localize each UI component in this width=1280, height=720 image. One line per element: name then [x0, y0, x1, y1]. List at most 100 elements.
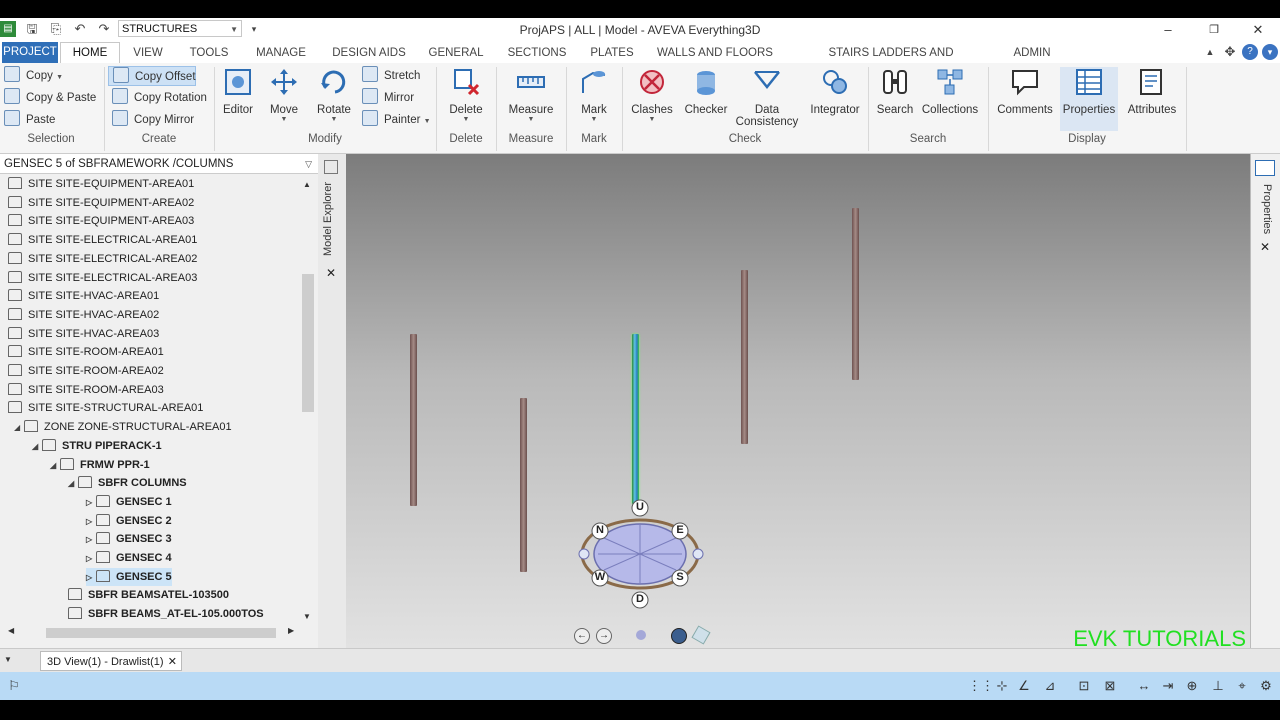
tree-item[interactable]: SITE SITE-ROOM-AREA02	[8, 362, 164, 380]
tree-item[interactable]: SITE SITE-ELECTRICAL-AREA02	[8, 250, 197, 268]
tree-item[interactable]: SBFR BEAMSATEL-103500	[68, 586, 229, 604]
scroll-down-icon[interactable]: ▼	[303, 612, 311, 621]
tab-stairs-ladders-handrails[interactable]: STAIRS LADDERS AND HANDRAILS	[796, 44, 986, 78]
tree-item[interactable]: ▷ GENSEC 1	[86, 493, 172, 511]
tab-home[interactable]: HOME	[60, 42, 120, 64]
document-tab-3d-view[interactable]: 3D View(1) - Drawlist(1) ✕	[40, 651, 182, 671]
tree-item[interactable]: ▷ GENSEC 5	[86, 567, 172, 587]
tree-item[interactable]: SITE SITE-ROOM-AREA01	[8, 343, 164, 361]
tree-item[interactable]: SITE SITE-EQUIPMENT-AREA01	[8, 175, 194, 193]
grid-icon[interactable]: ⋮⋮	[968, 678, 994, 694]
collections-button[interactable]: Collections	[920, 67, 980, 131]
expand-toggle-icon[interactable]: ▷	[86, 550, 96, 568]
globe-icon[interactable]	[671, 628, 687, 644]
tree-item[interactable]: SITE SITE-ROOM-AREA03	[8, 381, 164, 399]
scroll-up-icon[interactable]: ▲	[303, 180, 311, 189]
tree-item[interactable]: SITE SITE-HVAC-AREA03	[8, 325, 159, 343]
copy-offset-button[interactable]: Copy Offset	[108, 66, 196, 86]
tree-item[interactable]: SITE SITE-ELECTRICAL-AREA03	[8, 269, 197, 287]
data-consistency-button[interactable]: Data Consistency	[734, 67, 800, 131]
paste-button[interactable]: Paste	[4, 110, 55, 130]
tab-design-aids[interactable]: DESIGN AIDS	[328, 44, 410, 63]
checker-button[interactable]: Checker	[684, 67, 728, 131]
tree-item[interactable]: ◢ ZONE ZONE-STRUCTURAL-AREA01	[14, 418, 232, 436]
column-gensec-4[interactable]	[852, 208, 859, 380]
expand-toggle-icon[interactable]: ◢	[14, 419, 24, 437]
view-cube-icon[interactable]	[691, 625, 711, 645]
collapse-ribbon-icon[interactable]: ▲	[1202, 44, 1218, 60]
restore-button[interactable]: ❐	[1204, 21, 1224, 39]
tab-walls-and-floors[interactable]: WALLS AND FLOORS	[656, 44, 774, 63]
previous-view-icon[interactable]: ←	[574, 628, 590, 644]
tree-item[interactable]: ◢ FRMW PPR-1	[50, 456, 150, 474]
tab-sections[interactable]: SECTIONS	[504, 44, 570, 63]
tab-view[interactable]: VIEW	[124, 44, 172, 63]
tree-item[interactable]: SITE SITE-HVAC-AREA02	[8, 306, 159, 324]
model-explorer-tab[interactable]: Model Explorer ✕	[318, 154, 347, 648]
mirror-button[interactable]: Mirror	[362, 88, 414, 108]
scroll-right-icon[interactable]: ▶	[288, 626, 294, 635]
copy-paste-button[interactable]: Copy & Paste	[4, 88, 96, 108]
dropdown-help-icon[interactable]: ▾	[1262, 44, 1278, 60]
tab-project[interactable]: PROJECT	[2, 42, 58, 63]
scroll-left-icon[interactable]: ◀	[8, 626, 14, 635]
settings-gear-icon[interactable]: ⚙	[1258, 678, 1274, 694]
target-icon[interactable]: ⊕	[1184, 678, 1200, 694]
mark-button[interactable]: Mark ▼	[574, 67, 614, 131]
3d-viewport[interactable]: U D N E S W ← →	[346, 154, 1250, 648]
compass-south-label[interactable]: S	[674, 571, 686, 583]
search-button[interactable]: Search	[874, 67, 916, 131]
expand-toggle-icon[interactable]: ▷	[86, 531, 96, 549]
tree-item[interactable]: SITE SITE-EQUIPMENT-AREA02	[8, 194, 194, 212]
ortho-icon[interactable]: ⊿	[1042, 678, 1058, 694]
delete-button[interactable]: Delete ▼	[444, 67, 488, 131]
tab-admin[interactable]: ADMIN	[1004, 44, 1060, 63]
tree-item[interactable]: SBFR BEAMS_AT-EL-105.000TOS	[68, 605, 264, 623]
expand-toggle-icon[interactable]: ◢	[32, 438, 42, 456]
compass-east-label[interactable]: E	[674, 524, 686, 536]
stretch-button[interactable]: Stretch	[362, 66, 420, 86]
tree-item[interactable]: SITE SITE-EQUIPMENT-AREA03	[8, 212, 194, 230]
tree-hscroll-thumb[interactable]	[46, 628, 276, 638]
angle-icon[interactable]: ∠	[1016, 678, 1032, 694]
next-view-icon[interactable]: →	[596, 628, 612, 644]
tree-scroll-thumb[interactable]	[302, 274, 314, 412]
tree-item[interactable]: SITE SITE-ELECTRICAL-AREA01	[8, 231, 197, 249]
expand-toggle-icon[interactable]: ▷	[86, 569, 96, 587]
explorer-current-element[interactable]: GENSEC 5 of SBFRAMEWORK /COLUMNS ▽	[0, 154, 318, 174]
crosshair-icon[interactable]: ⌖	[1234, 678, 1250, 694]
expand-toggle-icon[interactable]: ▷	[86, 513, 96, 531]
copy-rotation-button[interactable]: Copy Rotation	[112, 88, 207, 108]
column-gensec-5-selected[interactable]	[632, 334, 639, 504]
tab-list-dropdown-icon[interactable]: ▼	[4, 655, 12, 664]
tab-plates[interactable]: PLATES	[586, 44, 638, 63]
expand-toggle-icon[interactable]: ◢	[50, 457, 60, 475]
tab-general[interactable]: GENERAL	[424, 44, 488, 63]
move-button[interactable]: Move ▼	[264, 67, 304, 131]
copy-mirror-button[interactable]: Copy Mirror	[112, 110, 194, 130]
integrator-button[interactable]: Integrator	[806, 67, 864, 131]
close-explorer-icon[interactable]: ✕	[326, 266, 336, 280]
close-tab-icon[interactable]: ✕	[168, 652, 177, 672]
copy-button[interactable]: Copy ▼	[4, 66, 63, 86]
tree-item[interactable]: SITE SITE-STRUCTURAL-AREA01	[8, 399, 203, 417]
flag-icon[interactable]: ⚐	[6, 678, 22, 694]
expand-toggle-icon[interactable]: ▷	[86, 494, 96, 512]
clashes-button[interactable]: Clashes ▼	[630, 67, 674, 131]
compass-up-label[interactable]: U	[634, 501, 646, 513]
compass-north-label[interactable]: N	[594, 524, 606, 536]
help-icon[interactable]: ?	[1242, 44, 1258, 60]
move-icon[interactable]: ✥	[1222, 44, 1238, 60]
select-filter-icon[interactable]: ⊡	[1076, 678, 1092, 694]
home-view-icon[interactable]	[636, 630, 646, 640]
expand-toggle-icon[interactable]: ◢	[68, 475, 78, 493]
arrow-right-icon[interactable]: ⇥	[1160, 678, 1176, 694]
tree-item[interactable]: SITE SITE-HVAC-AREA01	[8, 287, 159, 305]
tree-item[interactable]: ▷ GENSEC 3	[86, 530, 172, 548]
dimension-icon[interactable]: ↔	[1136, 678, 1152, 694]
pick-icon[interactable]: ⊠	[1102, 678, 1118, 694]
align-icon[interactable]: ⊥	[1210, 678, 1226, 694]
minimize-button[interactable]: –	[1158, 21, 1178, 39]
column-gensec-2[interactable]	[520, 398, 527, 572]
properties-button[interactable]: Properties	[1060, 67, 1118, 131]
